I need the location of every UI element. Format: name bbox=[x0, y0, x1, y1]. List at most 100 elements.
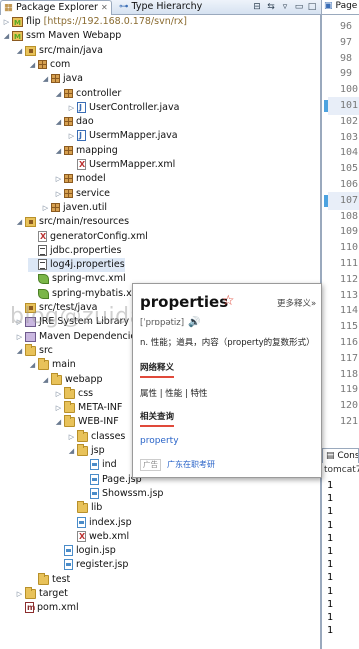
tree-item[interactable]: generatorConfig.xml bbox=[28, 230, 148, 244]
java-file-icon bbox=[77, 129, 86, 143]
maximize-icon[interactable]: □ bbox=[307, 2, 317, 12]
tree-item[interactable]: ▷ model bbox=[54, 172, 106, 186]
tree-item-label: spring-mvc.xml bbox=[52, 273, 126, 285]
expand-down-icon[interactable]: ◢ bbox=[54, 144, 63, 158]
tree-item[interactable]: ◢ jsp bbox=[67, 444, 105, 458]
tree-item-label: UsermMapper.java bbox=[89, 130, 178, 142]
expand-right-icon[interactable]: ▷ bbox=[67, 101, 76, 115]
collapse-all-icon[interactable]: ⊟ bbox=[252, 2, 262, 12]
tree-item[interactable]: ◢ src/main/resources bbox=[15, 215, 129, 229]
tree-item[interactable]: ◢ java bbox=[41, 72, 83, 86]
tree-item[interactable]: ▷ service bbox=[54, 187, 110, 201]
tree-item[interactable]: register.jsp bbox=[54, 558, 128, 572]
tree-item-label: UserController.java bbox=[89, 101, 180, 113]
expand-right-icon[interactable]: ▷ bbox=[2, 15, 11, 29]
tree-item[interactable]: ▷ UserController.java bbox=[67, 101, 180, 115]
tree-item[interactable]: ▷ target bbox=[15, 587, 68, 601]
expand-down-icon[interactable]: ◢ bbox=[2, 29, 11, 43]
tree-item[interactable]: spring-mybatis.x bbox=[28, 287, 132, 301]
expand-right-icon[interactable]: ▷ bbox=[54, 172, 63, 186]
tree-item[interactable]: ▷ javen.util bbox=[41, 201, 107, 215]
tree-item-label: META-INF bbox=[78, 402, 123, 414]
tree-item[interactable]: ◢ ssm Maven Webapp bbox=[2, 29, 122, 44]
tree-item[interactable]: Showssm.jsp bbox=[80, 487, 163, 501]
tree-item[interactable]: ◢ main bbox=[28, 358, 76, 372]
link-with-editor-icon[interactable]: ⇆ bbox=[266, 2, 276, 12]
console-line: 1 bbox=[327, 625, 334, 637]
view-menu-icon[interactable]: ▿ bbox=[280, 2, 290, 12]
editor-tab[interactable]: ▣ Page bbox=[322, 0, 359, 15]
expand-right-icon[interactable]: ▷ bbox=[15, 587, 24, 601]
tree-item[interactable]: ◢ src/main/java bbox=[15, 44, 103, 58]
expand-right-icon[interactable]: ▷ bbox=[15, 330, 24, 344]
tab-type-hierarchy[interactable]: ⊶ Type Hierarchy bbox=[116, 0, 206, 15]
folder-icon bbox=[38, 358, 49, 371]
close-icon[interactable]: ✕ bbox=[101, 3, 108, 12]
expand-down-icon[interactable]: ◢ bbox=[15, 344, 24, 358]
expand-down-icon[interactable]: ◢ bbox=[28, 58, 37, 72]
tree-item[interactable]: ◢ dao bbox=[54, 115, 94, 129]
expand-right-icon[interactable]: ▷ bbox=[54, 387, 63, 401]
tree-item[interactable]: lib bbox=[67, 501, 102, 515]
expand-right-icon[interactable]: ▷ bbox=[54, 187, 63, 201]
favorite-star-icon[interactable]: ☆ bbox=[222, 293, 235, 309]
xml-file-icon bbox=[38, 230, 47, 244]
expand-right-icon[interactable]: ▷ bbox=[54, 401, 63, 415]
expand-down-icon[interactable]: ◢ bbox=[41, 72, 50, 86]
ad-tag: 广告 bbox=[140, 459, 161, 471]
tree-item[interactable]: ◢ mapping bbox=[54, 144, 118, 158]
expand-down-icon[interactable]: ◢ bbox=[54, 87, 63, 101]
folder-icon bbox=[77, 444, 88, 456]
expand-down-icon[interactable]: ◢ bbox=[15, 215, 24, 229]
tree-item-label: UsermMapper.xml bbox=[89, 159, 176, 170]
speaker-icon[interactable]: 🔊 bbox=[188, 317, 200, 328]
tree-item[interactable]: test bbox=[28, 572, 70, 587]
tree-item-label: dao bbox=[76, 116, 94, 128]
console-tab[interactable]: ▤ Cons bbox=[322, 448, 359, 463]
tree-item[interactable]: spring-mvc.xml bbox=[28, 272, 126, 286]
expand-down-icon[interactable]: ◢ bbox=[28, 358, 37, 372]
tree-item[interactable]: ◢ com bbox=[28, 58, 71, 72]
web-meaning-list: 属性 | 性能 | 特性 bbox=[140, 389, 208, 399]
tree-item[interactable]: web.xml bbox=[67, 530, 129, 544]
tree-item[interactable]: login.jsp bbox=[54, 544, 116, 558]
package-explorer-tabbar: ▦ Package Explorer ✕ ⊶ Type Hierarchy ⊟ … bbox=[0, 0, 321, 15]
tab-package-explorer[interactable]: ▦ Package Explorer ✕ bbox=[0, 0, 112, 15]
tree-item-label: flip bbox=[26, 16, 41, 27]
tree-item[interactable]: ▷ css bbox=[54, 386, 93, 401]
popup-definition: n. 性能；道具，内容（property的复数形式） bbox=[140, 338, 315, 348]
expand-down-icon[interactable]: ◢ bbox=[41, 373, 50, 387]
tree-item[interactable]: ▷ UsermMapper.java bbox=[67, 129, 178, 143]
tree-item[interactable]: ◢ controller bbox=[54, 87, 122, 101]
tree-item[interactable]: UsermMapper.xml bbox=[67, 158, 175, 172]
expand-down-icon[interactable]: ◢ bbox=[15, 44, 24, 58]
expand-right-icon[interactable]: ▷ bbox=[41, 201, 50, 215]
expand-right-icon[interactable]: ▷ bbox=[67, 430, 76, 444]
heading-underline bbox=[140, 425, 174, 427]
expand-down-icon[interactable]: ◢ bbox=[54, 115, 63, 129]
tree-item[interactable]: ◢ WEB-INF bbox=[54, 415, 119, 429]
tree-item[interactable]: ▷ Maven Dependencie bbox=[15, 330, 136, 344]
expand-down-icon[interactable]: ◢ bbox=[54, 415, 63, 429]
tree-item[interactable]: ▷ META-INF bbox=[54, 401, 122, 415]
tree-item-label: login.jsp bbox=[76, 545, 116, 557]
tree-item[interactable]: ind bbox=[80, 458, 117, 472]
ad-link[interactable]: 广东在职考研 bbox=[167, 459, 215, 471]
minimize-icon[interactable]: ▭ bbox=[294, 2, 304, 12]
tree-item[interactable]: log4j.properties bbox=[28, 258, 125, 273]
tree-item[interactable]: ◢ webapp bbox=[41, 372, 103, 387]
more-definitions-link[interactable]: 更多释义» bbox=[277, 297, 316, 309]
related-query-link[interactable]: property bbox=[140, 436, 179, 446]
tree-item[interactable]: jdbc.properties bbox=[28, 244, 121, 258]
expand-down-icon[interactable]: ◢ bbox=[67, 444, 76, 458]
tree-item[interactable]: index.jsp bbox=[67, 516, 132, 530]
expand-right-icon[interactable]: ▷ bbox=[67, 129, 76, 143]
web-meaning-heading: 网络释义 bbox=[140, 363, 175, 373]
tree-item[interactable]: pom.xml bbox=[15, 601, 79, 615]
tree-item-label: ind bbox=[102, 459, 117, 471]
tree-item-label: generatorConfig.xml bbox=[50, 230, 148, 242]
tree-item[interactable]: ▷ flip [https://192.168.0.178/svn/rx] bbox=[2, 15, 187, 30]
tree-item[interactable]: ◢ src bbox=[15, 343, 53, 358]
tree-item-label: webapp bbox=[65, 373, 103, 385]
tree-item[interactable]: ▷ classes bbox=[67, 429, 125, 444]
